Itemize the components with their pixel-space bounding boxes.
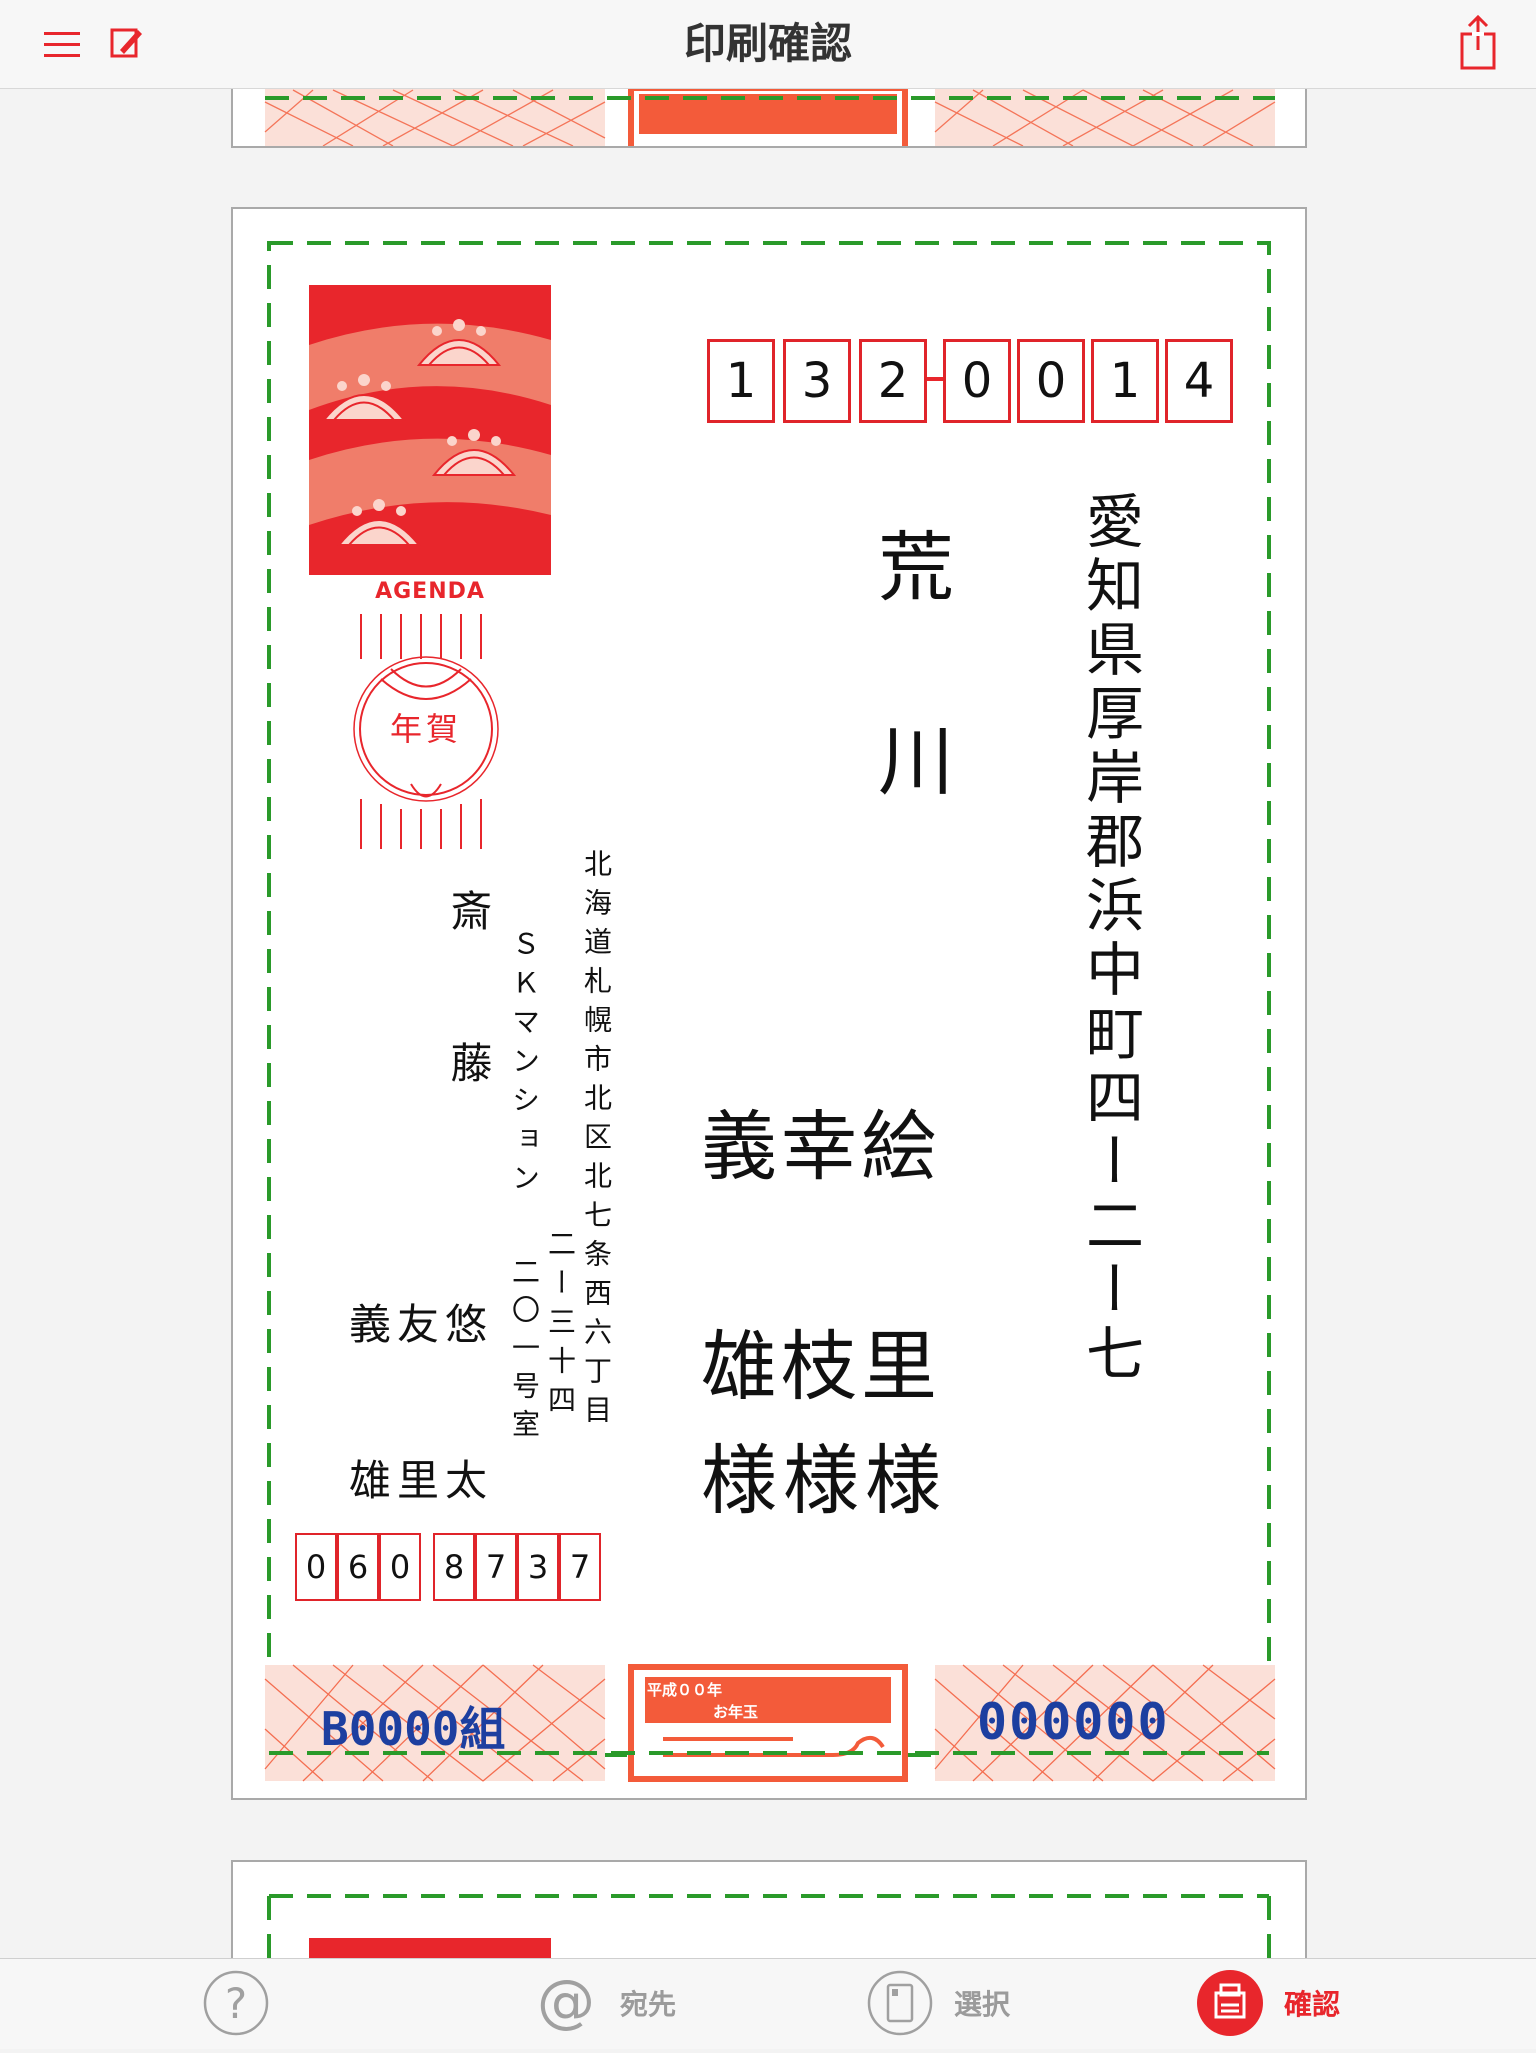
recipient-zip-field: 1 3 2 0 0 1 4	[707, 337, 1247, 427]
sender-zip-digit: 0	[295, 1533, 337, 1601]
at-sign-icon: @	[537, 1967, 595, 2035]
sender-room: 二〇一号室	[508, 1257, 541, 1447]
stamp-image	[309, 285, 551, 575]
tab-bar: ? @ 宛先 選択 確認	[0, 1958, 1536, 2049]
sender-building: ＳＫマンション	[508, 929, 541, 1202]
sender-zip-digit: 0	[379, 1533, 421, 1601]
tab-help[interactable]: ?	[200, 1959, 280, 2049]
recipient-zip-digit: 4	[1165, 339, 1233, 423]
print-icon	[1197, 1970, 1263, 2036]
edit-button[interactable]	[96, 14, 156, 74]
help-icon: ?	[203, 1970, 269, 2036]
menu-button[interactable]	[32, 14, 92, 74]
recipient-given-2: 雄枝里	[701, 1322, 941, 1411]
navigation-bar: 印刷確認	[0, 0, 1536, 89]
lottery-number: 000000	[977, 1693, 1170, 1751]
tab-address[interactable]: @ 宛先	[532, 1959, 692, 2049]
sender-zip-digit: 6	[337, 1533, 379, 1601]
sender-given-2: 雄里太	[349, 1456, 494, 1505]
recipient-surname: 荒川	[865, 527, 954, 915]
sender-zip-field: 0 6 0 8 7 3 7	[295, 1533, 615, 1603]
svg-text:?: ?	[225, 1979, 247, 2028]
sender-zip-digit: 3	[517, 1533, 559, 1601]
recipient-zip-digit: 1	[707, 339, 775, 423]
recipient-given-2-row: 雄枝里	[701, 1317, 1181, 1427]
recipient-address: 愛知県厚岸郡浜中町四ー二ー七	[1076, 491, 1144, 1387]
lottery-otoshidama: お年玉	[713, 1703, 759, 1721]
honorific-1: 様	[701, 1436, 777, 1525]
recipient-zip-digit: 0	[943, 339, 1011, 423]
sender-surname: 斎藤	[444, 889, 493, 1193]
share-button[interactable]	[1448, 12, 1508, 72]
nenga-label: 年賀	[389, 710, 462, 748]
sender-address-2: 二ー三十四	[544, 1229, 577, 1424]
page-title: 印刷確認	[683, 19, 852, 68]
edit-icon	[110, 28, 142, 58]
recipient-zip-digit: 1	[1091, 339, 1159, 423]
tab-select[interactable]: 選択	[866, 1959, 1026, 2049]
tab-confirm[interactable]: 確認	[1196, 1959, 1356, 2049]
recipient-zip-digit: 0	[1017, 339, 1085, 423]
postcard-icon	[867, 1970, 933, 2036]
sender-given-1: 義友悠	[349, 1300, 494, 1349]
svg-text:@: @	[537, 1967, 595, 2035]
sender-zip-digit: 7	[559, 1533, 601, 1601]
tab-select-label: 選択	[954, 1988, 1011, 2021]
recipient-given-1: 義幸絵	[701, 1102, 941, 1191]
pine-stamp-icon	[309, 285, 551, 575]
tab-address-label: 宛先	[620, 1988, 677, 2021]
sender-address-1: 北海道札幌市北区北七条西六丁目	[580, 849, 613, 1434]
recipient-zip-digit: 3	[783, 339, 851, 423]
lottery-group-number: B0000組	[321, 1702, 506, 1756]
sender-zip-digit: 7	[475, 1533, 517, 1601]
postcard-preview[interactable]: AGENDA 年賀 1 3 2 0 0 1 4 愛知県厚岸郡浜中町四ー二ー七 荒…	[231, 207, 1307, 1800]
stamp-brand: AGENDA	[375, 579, 485, 604]
honorific-2: 様	[783, 1436, 859, 1525]
share-icon	[1460, 14, 1496, 70]
recipient-zip-digit: 2	[859, 339, 927, 423]
hamburger-menu-icon	[44, 32, 80, 57]
tab-confirm-label: 確認	[1284, 1988, 1341, 2021]
recipient-given-1-row: 義幸絵	[701, 1097, 1181, 1207]
sender-zip-digit: 8	[433, 1533, 475, 1601]
honorific-3: 様	[865, 1436, 941, 1525]
lottery-heisei: 平成００年	[647, 1681, 723, 1699]
